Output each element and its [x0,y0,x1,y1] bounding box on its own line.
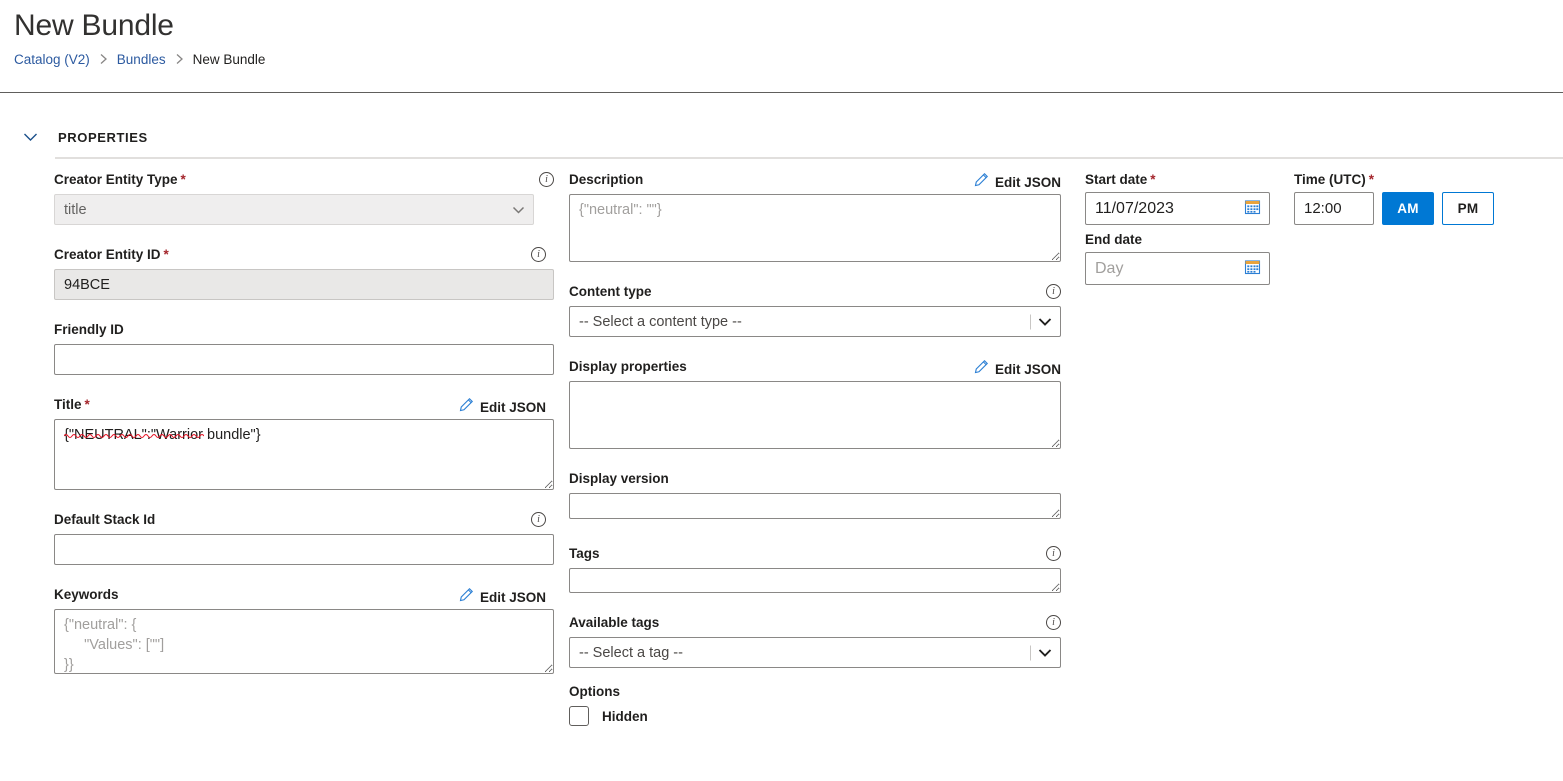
info-icon[interactable]: i [1046,615,1061,630]
field-display-properties: Display properties Edit JSON [569,359,1061,449]
input-default-stack-id[interactable] [54,534,554,565]
textarea-display-version[interactable] [569,493,1061,519]
label-available-tags: Available tags [569,615,659,630]
edit-json-display-properties-label: Edit JSON [995,362,1061,377]
edit-json-keywords-button[interactable]: Edit JSON [459,587,546,607]
left-column: Creator Entity Type* i title Creator Ent… [54,172,554,674]
breadcrumb-item-catalog[interactable]: Catalog (V2) [14,52,90,67]
select-creator-entity-type[interactable]: title [54,194,534,225]
calendar-icon[interactable] [1244,198,1261,220]
header-divider [0,92,1563,93]
pencil-icon [459,587,474,607]
field-friendly-id: Friendly ID [54,322,554,375]
chevron-right-icon [175,53,184,67]
field-creator-entity-id: Creator Entity ID* i [54,247,554,300]
section-divider [55,157,1563,159]
label-title: Title* [54,397,90,412]
edit-json-title-button[interactable]: Edit JSON [459,397,546,417]
right-column: Start date* [1085,172,1505,285]
pm-button[interactable]: PM [1442,192,1494,225]
label-description: Description [569,172,643,187]
properties-section-header[interactable]: PROPERTIES [22,129,148,145]
field-start-date: Start date* [1085,172,1270,225]
textarea-display-properties[interactable] [569,381,1061,449]
label-display-version: Display version [569,471,669,486]
info-icon[interactable]: i [531,512,546,527]
label-time-utc: Time (UTC)* [1294,172,1374,187]
date-group: Start date* [1085,172,1270,285]
pencil-icon [974,359,989,379]
edit-json-description-button[interactable]: Edit JSON [974,172,1061,192]
checkbox-hidden-label: Hidden [602,709,648,724]
field-default-stack-id: Default Stack Id i [54,512,554,565]
breadcrumb-item-bundles[interactable]: Bundles [117,52,166,67]
field-title: Title* Edit JSON {"NEUTRAL":"Warrior bun… [54,397,554,490]
label-keywords: Keywords [54,587,119,602]
input-creator-entity-id[interactable] [54,269,554,300]
pencil-icon [974,172,989,192]
field-end-date: End date [1085,232,1270,285]
am-button[interactable]: AM [1382,192,1434,225]
label-creator-entity-type: Creator Entity Type* [54,172,186,187]
info-icon[interactable]: i [1046,546,1061,561]
textarea-keywords[interactable] [54,609,554,674]
info-icon[interactable]: i [531,247,546,262]
edit-json-description-label: Edit JSON [995,175,1061,190]
breadcrumb-item-current: New Bundle [193,52,266,67]
label-content-type: Content type [569,284,652,299]
label-creator-entity-id: Creator Entity ID* [54,247,169,262]
label-default-stack-id: Default Stack Id [54,512,155,527]
input-end-date[interactable] [1085,252,1270,285]
middle-column: Description Edit JSON Content type i -- … [569,172,1061,726]
section-title: PROPERTIES [58,130,148,145]
field-display-version: Display version [569,471,1061,519]
calendar-icon[interactable] [1244,258,1261,280]
time-group: Time (UTC)* AM PM [1294,172,1499,285]
checkbox-hidden[interactable] [569,706,589,726]
pencil-icon [459,397,474,417]
textarea-description[interactable] [569,194,1061,262]
field-tags: Tags i [569,546,1061,593]
info-icon[interactable]: i [539,172,554,187]
select-available-tags[interactable]: -- Select a tag -- [569,637,1061,668]
edit-json-display-properties-button[interactable]: Edit JSON [974,359,1061,379]
edit-json-title-label: Edit JSON [480,400,546,415]
textarea-tags[interactable] [569,568,1061,593]
field-keywords: Keywords Edit JSON [54,587,554,674]
info-icon[interactable]: i [1046,284,1061,299]
breadcrumb: Catalog (V2) Bundles New Bundle [14,52,1563,67]
field-creator-entity-type: Creator Entity Type* i title [54,172,554,225]
page-title: New Bundle [14,6,1563,46]
chevron-right-icon [99,53,108,67]
input-time[interactable] [1294,192,1374,225]
edit-json-keywords-label: Edit JSON [480,590,546,605]
input-friendly-id[interactable] [54,344,554,375]
page-header: New Bundle Catalog (V2) Bundles New Bund… [0,0,1563,67]
label-end-date: End date [1085,232,1142,247]
input-start-date[interactable] [1085,192,1270,225]
field-options: Options Hidden [569,684,1061,726]
label-options: Options [569,684,1061,699]
label-tags: Tags [569,546,600,561]
field-available-tags: Available tags i -- Select a tag -- [569,615,1061,668]
label-start-date: Start date* [1085,172,1156,187]
label-friendly-id: Friendly ID [54,322,124,337]
checkbox-row-hidden[interactable]: Hidden [569,706,1061,726]
chevron-down-icon[interactable] [22,129,38,145]
field-description: Description Edit JSON [569,172,1061,262]
select-content-type[interactable]: -- Select a content type -- [569,306,1061,337]
label-display-properties: Display properties [569,359,687,374]
textarea-title[interactable]: {"NEUTRAL":"Warrior bundle"} [54,419,554,490]
field-content-type: Content type i -- Select a content type … [569,284,1061,337]
